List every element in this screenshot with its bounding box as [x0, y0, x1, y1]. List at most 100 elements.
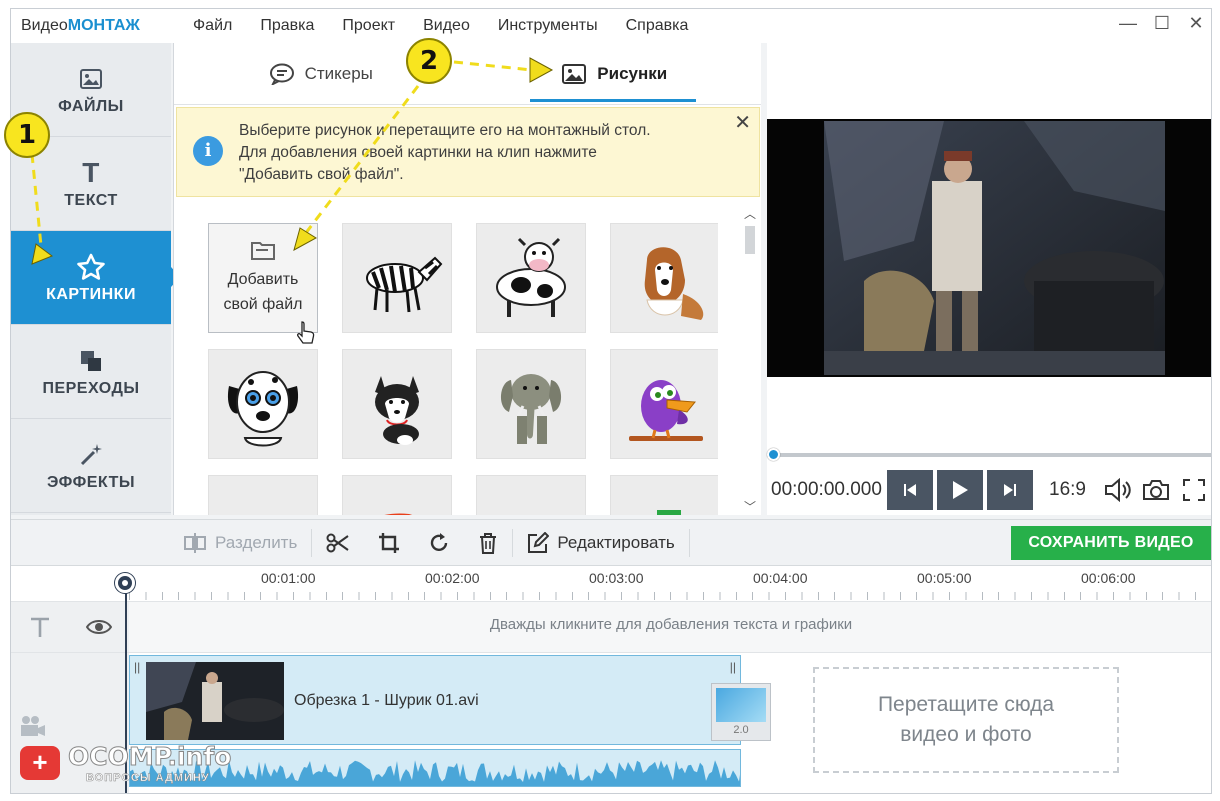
maximize-button[interactable]: ☐	[1145, 9, 1179, 39]
fullscreen-button[interactable]	[1175, 475, 1211, 505]
edit-button[interactable]: Редактировать	[513, 528, 688, 558]
rotate-button[interactable]	[414, 528, 464, 558]
chevron-down-icon[interactable]: ﹀	[743, 498, 757, 515]
annotation-marker-1: 1	[4, 112, 50, 158]
rotate-icon	[431, 532, 448, 551]
volume-button[interactable]	[1099, 475, 1137, 505]
transitions-icon	[79, 346, 103, 376]
menu-help[interactable]: Справка	[612, 17, 703, 35]
gallery-item-blue-car[interactable]	[610, 475, 718, 515]
gallery-item-cow[interactable]	[476, 223, 586, 333]
menu-project[interactable]: Проект	[328, 17, 409, 35]
play-button[interactable]	[937, 470, 983, 510]
ruler-label: 00:01:00	[261, 570, 316, 586]
ruler-label: 00:06:00	[1081, 570, 1136, 586]
seek-knob[interactable]	[767, 448, 780, 461]
edit-icon	[528, 531, 550, 553]
cut-button[interactable]	[312, 528, 364, 558]
gallery-item-collie[interactable]	[610, 223, 718, 333]
sidebar-item-transitions[interactable]: ПЕРЕХОДЫ	[11, 325, 171, 419]
close-icon[interactable]: ✕	[734, 110, 751, 135]
gallery-item-dog[interactable]	[208, 475, 318, 515]
menu-edit[interactable]: Правка	[246, 17, 328, 35]
watermark-logo: + OCOMP.info ВОПРОСЫ АДМИНУ	[20, 742, 240, 788]
ruler-ticks	[129, 592, 1211, 600]
seek-bar[interactable]	[767, 448, 1211, 461]
playhead-handle[interactable]	[115, 573, 135, 593]
scissors-icon	[326, 533, 349, 552]
notice-text: Выберите рисунок и перетащите его на мон…	[239, 122, 651, 183]
save-video-button[interactable]: СОХРАНИТЬ ВИДЕО	[1011, 526, 1211, 560]
close-window-button[interactable]: ✕	[1179, 9, 1211, 39]
sidebar-label: ПЕРЕХОДЫ	[42, 379, 140, 397]
video-camera-icon	[21, 716, 45, 736]
sidebar-item-effects[interactable]: ЭФФЕКТЫ	[11, 419, 171, 513]
menu-bar: Файл Правка Проект Видео Инструменты Спр…	[179, 17, 702, 35]
trash-icon	[480, 532, 497, 554]
ruler-label: 00:04:00	[753, 570, 808, 586]
menu-video[interactable]: Видео	[409, 17, 484, 35]
gallery-item-red-car[interactable]	[342, 475, 452, 515]
text-track-hint: Дважды кликните для добавления текста и …	[489, 616, 853, 633]
crop-icon	[379, 532, 400, 553]
transition-duration: 2.0	[733, 724, 749, 736]
menu-file[interactable]: Файл	[179, 17, 246, 35]
annotation-marker-2: 2	[406, 38, 452, 84]
picture-icon	[562, 63, 587, 84]
sidebar-label: КАРТИНКИ	[46, 285, 136, 303]
camera-icon	[1143, 480, 1169, 500]
delete-button[interactable]	[464, 528, 512, 558]
gallery-item-elephant[interactable]	[476, 349, 586, 459]
star-icon	[76, 252, 106, 282]
crop-button[interactable]	[364, 528, 414, 558]
speech-bubble-icon	[269, 63, 294, 85]
chevron-up-icon[interactable]: ︿	[743, 205, 757, 222]
gallery-item-red-sports-car[interactable]	[476, 475, 586, 515]
gallery-scrollbar[interactable]: ︿ ﹀	[743, 205, 757, 515]
snapshot-button[interactable]	[1137, 475, 1175, 505]
watermark-subtext: ВОПРОСЫ АДМИНУ	[86, 772, 210, 785]
ruler-label: 00:03:00	[589, 570, 644, 586]
info-notice: i Выберите рисунок и перетащите его на м…	[176, 107, 760, 197]
text-track-header	[11, 602, 129, 652]
eye-icon[interactable]	[85, 618, 112, 636]
previous-button[interactable]	[887, 470, 933, 510]
media-drop-zone[interactable]: Перетащите сюда видео и фото	[813, 667, 1119, 773]
clip-name: Обрезка 1 - Шурик 01.avi	[294, 692, 479, 709]
menu-tools[interactable]: Инструменты	[484, 17, 612, 35]
sidebar-label: ФАЙЛЫ	[58, 97, 124, 115]
text-track[interactable]: Дважды кликните для добавления текста и …	[11, 601, 1211, 653]
play-icon	[953, 481, 968, 499]
aspect-ratio-selector[interactable]: 16:9	[1049, 479, 1099, 501]
clip-thumbnail	[146, 662, 284, 740]
minimize-button[interactable]: —	[1111, 9, 1145, 39]
text-icon: T	[82, 156, 100, 188]
video-preview[interactable]	[767, 119, 1211, 377]
sidebar-item-pictures[interactable]: КАРТИНКИ	[11, 231, 180, 325]
ruler-label: 00:02:00	[425, 570, 480, 586]
folder-icon	[251, 242, 275, 260]
gallery-item-dalmatian[interactable]	[208, 349, 318, 459]
add-own-file-button[interactable]: Добавить свой файл	[208, 223, 318, 344]
tab-drawings[interactable]: Рисунки	[468, 43, 762, 104]
toolbar-divider	[688, 528, 690, 557]
timeline-ruler[interactable]: 00:01:00 00:02:00 00:03:00 00:04:00 00:0…	[11, 565, 1211, 601]
gallery-item-zebra[interactable]	[342, 223, 452, 333]
window-controls: — ☐ ✕	[1111, 9, 1211, 39]
split-button[interactable]: Разделить	[169, 528, 311, 558]
preview-panel: 00:00:00.000 16:9	[767, 43, 1211, 515]
clip-trim-left-handle[interactable]: ||	[134, 660, 140, 674]
split-icon	[184, 532, 206, 553]
next-button[interactable]	[987, 470, 1033, 510]
transition-preview	[716, 688, 766, 722]
scroll-thumb[interactable]	[745, 226, 755, 254]
ruler-label: 00:05:00	[917, 570, 972, 586]
transition-tile[interactable]: 2.0	[711, 683, 771, 741]
video-clip[interactable]: || Обрезка 1 - Шурик 01.avi ||	[129, 655, 741, 745]
gallery-item-husky[interactable]	[342, 349, 452, 459]
skip-back-icon	[904, 484, 916, 496]
info-icon: i	[193, 136, 223, 166]
clip-trim-right-handle[interactable]: ||	[730, 660, 736, 674]
gallery-item-purple-bird[interactable]	[610, 349, 718, 459]
sidebar-label: ЭФФЕКТЫ	[46, 473, 136, 491]
